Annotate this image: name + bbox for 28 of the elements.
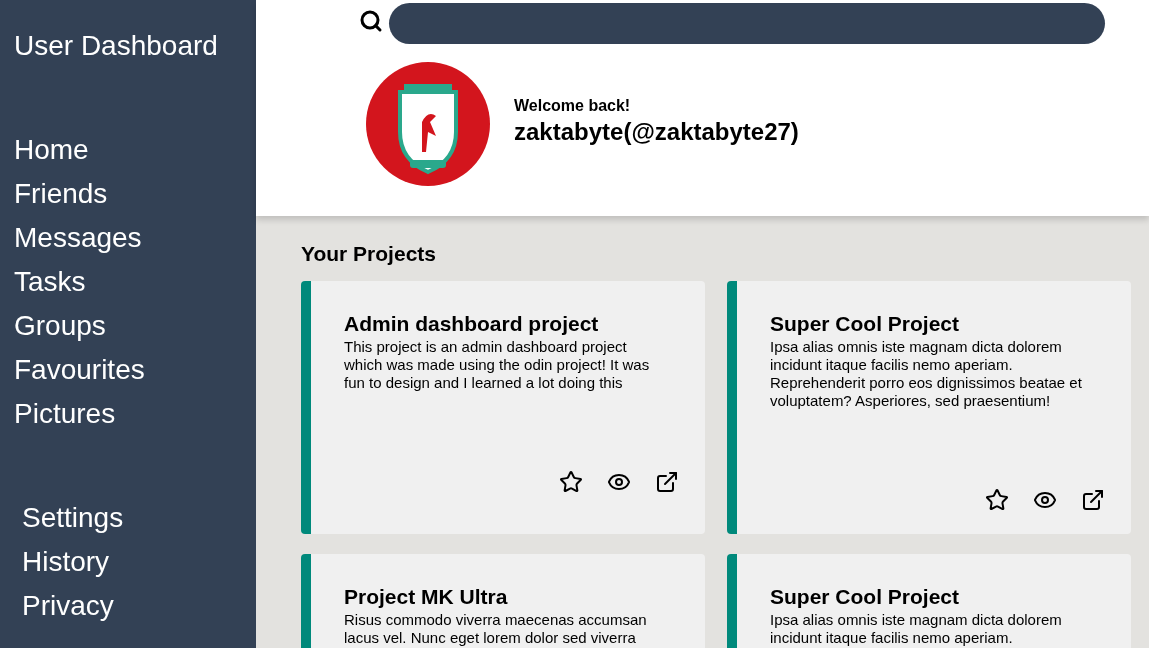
nav-link[interactable]: Messages xyxy=(14,216,142,260)
nav-link[interactable]: Groups xyxy=(14,304,106,348)
welcome-text: Welcome back! xyxy=(514,96,632,116)
star-icon[interactable] xyxy=(985,488,1009,512)
nav-link[interactable]: Favourites xyxy=(14,348,145,392)
nav-link[interactable]: Tasks xyxy=(14,260,86,304)
star-icon[interactable] xyxy=(559,470,583,494)
username: zaktabyte(@zaktabyte27) xyxy=(514,118,799,146)
external-link-icon[interactable] xyxy=(655,470,679,494)
project-title: Super Cool Project xyxy=(770,584,961,610)
dashboard-title: User Dashboard xyxy=(14,30,219,62)
project-description: Risus commodo viverra maecenas accumsan lacus vel. Nunc eget lorem dolor sed viverra xyxy=(344,611,648,647)
nav-link[interactable]: Privacy xyxy=(22,584,114,628)
project-title: Project MK Ultra xyxy=(344,584,509,610)
nav-link[interactable]: History xyxy=(22,540,110,584)
nav-link[interactable]: Home xyxy=(14,128,89,172)
search-icon xyxy=(359,8,383,33)
nav-link[interactable]: Settings xyxy=(22,496,124,540)
project-title: Admin dashboard project xyxy=(344,311,600,337)
section-heading: Your Projects xyxy=(301,241,437,267)
project-description: Ipsa alias omnis iste magnam dicta dolorem incidunt itaque facilis nemo aperiam. Reprehenderit porro eos dignissimos beatae et voluptatem? Asperiores, sed praesentium! xyxy=(770,338,1083,410)
nav-link[interactable]: Pictures xyxy=(14,392,116,436)
external-link-icon[interactable] xyxy=(1081,488,1105,512)
project-description: This project is an admin dashboard project which was made using the odin project! It was fun to design and I learned a lot doing this xyxy=(344,338,651,392)
nav-link[interactable]: Friends xyxy=(14,172,108,216)
project-title: Super Cool Project xyxy=(770,311,961,337)
project-description: Ipsa alias omnis iste magnam dicta dolorem incidunt itaque facilis nemo aperiam. xyxy=(770,611,1063,647)
search-field[interactable] xyxy=(389,3,1105,44)
